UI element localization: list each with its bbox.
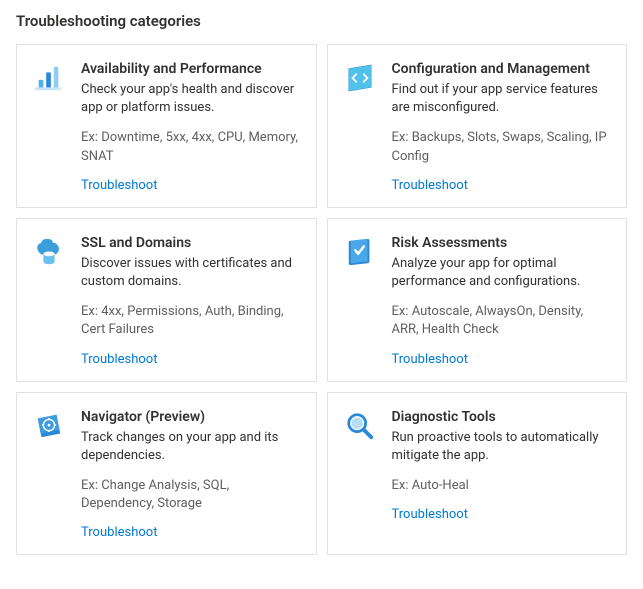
- card-title: Navigator (Preview): [81, 409, 302, 425]
- card-examples: Ex: 4xx, Permissions, Auth, Binding, Cer…: [81, 303, 302, 339]
- card-title: Diagnostic Tools: [392, 409, 613, 425]
- card-grid: Availability and Performance Check your …: [16, 44, 627, 555]
- card-description: Analyze your app for optimal performance…: [392, 255, 613, 291]
- card-availability-performance: Availability and Performance Check your …: [16, 44, 317, 208]
- card-ssl-domains: SSL and Domains Discover issues with cer…: [16, 218, 317, 382]
- card-description: Check your app's health and discover app…: [81, 81, 302, 117]
- magnifier-icon: [342, 409, 378, 541]
- database-icon: [31, 235, 67, 367]
- card-title: Configuration and Management: [392, 61, 613, 77]
- card-description: Discover issues with certificates and cu…: [81, 255, 302, 291]
- card-risk-assessments: Risk Assessments Analyze your app for op…: [327, 218, 628, 382]
- card-description: Run proactive tools to automatically mit…: [392, 429, 613, 465]
- card-examples: Ex: Downtime, 5xx, 4xx, CPU, Memory, SNA…: [81, 129, 302, 165]
- card-navigator-preview: Navigator (Preview) Track changes on you…: [16, 392, 317, 556]
- troubleshoot-link[interactable]: Troubleshoot: [392, 352, 468, 367]
- troubleshoot-link[interactable]: Troubleshoot: [81, 178, 157, 193]
- card-examples: Ex: Auto-Heal: [392, 477, 613, 495]
- card-diagnostic-tools: Diagnostic Tools Run proactive tools to …: [327, 392, 628, 556]
- card-description: Find out if your app service features ar…: [392, 81, 613, 117]
- card-examples: Ex: Change Analysis, SQL, Dependency, St…: [81, 477, 302, 513]
- book-icon: [342, 235, 378, 367]
- card-examples: Ex: Autoscale, AlwaysOn, Density, ARR, H…: [392, 303, 613, 339]
- card-title: Risk Assessments: [392, 235, 613, 251]
- bar-chart-icon: [31, 61, 67, 193]
- compass-icon: [31, 409, 67, 541]
- troubleshoot-link[interactable]: Troubleshoot: [392, 507, 468, 522]
- troubleshoot-link[interactable]: Troubleshoot: [392, 178, 468, 193]
- card-title: SSL and Domains: [81, 235, 302, 251]
- card-description: Track changes on your app and its depend…: [81, 429, 302, 465]
- code-icon: [342, 61, 378, 193]
- troubleshoot-link[interactable]: Troubleshoot: [81, 525, 157, 540]
- section-title: Troubleshooting categories: [16, 12, 627, 30]
- card-configuration-management: Configuration and Management Find out if…: [327, 44, 628, 208]
- card-title: Availability and Performance: [81, 61, 302, 77]
- troubleshoot-link[interactable]: Troubleshoot: [81, 352, 157, 367]
- card-examples: Ex: Backups, Slots, Swaps, Scaling, IP C…: [392, 129, 613, 165]
